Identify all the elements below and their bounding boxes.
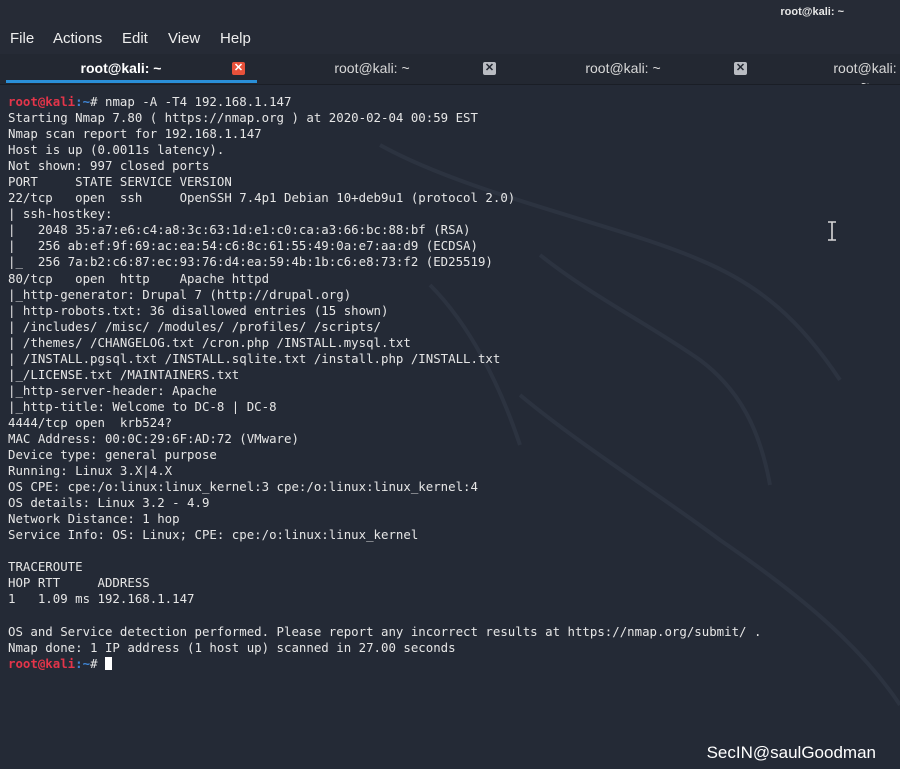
output-line: HOP RTT ADDRESS bbox=[8, 575, 150, 591]
terminal-area[interactable]: root@kali:~# nmap -A -T4 192.168.1.147 St… bbox=[0, 85, 900, 769]
menu-file[interactable]: File bbox=[10, 30, 34, 47]
window-title: root@kali: ~ bbox=[780, 6, 844, 18]
text-cursor-icon bbox=[828, 221, 836, 241]
prompt-line: root@kali:~# nmap -A -T4 192.168.1.147 bbox=[8, 94, 761, 110]
output-line: | /INSTALL.pgsql.txt /INSTALL.sqlite.txt… bbox=[8, 350, 501, 366]
prompt-user: root@kali bbox=[8, 655, 76, 671]
output-line: | 2048 35:a7:e6:c4:a8:3c:63:1d:e1:c0:ca:… bbox=[8, 222, 471, 238]
tab-3[interactable]: root@kali: ~ ✕ bbox=[508, 54, 759, 84]
tab-1[interactable]: root@kali: ~ ✕ bbox=[6, 54, 257, 84]
menu-view[interactable]: View bbox=[168, 30, 200, 47]
output-line: OS CPE: cpe:/o:linux:linux_kernel:3 cpe:… bbox=[8, 479, 478, 495]
output-line: OS and Service detection performed. Plea… bbox=[8, 623, 762, 639]
output-line: | http-robots.txt: 36 disallowed entries… bbox=[8, 302, 389, 318]
output-line: 80/tcp open http Apache httpd bbox=[8, 270, 270, 286]
tab-2[interactable]: root@kali: ~ ✕ bbox=[257, 54, 508, 84]
output-line: Network Distance: 1 hop bbox=[8, 511, 180, 527]
output-line: |_http-generator: Drupal 7 (http://drupa… bbox=[8, 286, 352, 302]
tab-4[interactable]: root@kali: ~ bbox=[759, 54, 900, 84]
command-text: nmap -A -T4 192.168.1.147 bbox=[104, 94, 292, 109]
block-cursor bbox=[104, 656, 112, 670]
close-icon[interactable]: ✕ bbox=[734, 62, 747, 75]
close-icon[interactable]: ✕ bbox=[483, 62, 496, 75]
output-line: MAC Address: 00:0C:29:6F:AD:72 (VMware) bbox=[8, 430, 299, 446]
active-tab-indicator bbox=[6, 80, 257, 83]
output-line: Running: Linux 3.X|4.X bbox=[8, 463, 173, 479]
output-line: | /includes/ /misc/ /modules/ /profiles/… bbox=[8, 318, 381, 334]
output-line: Device type: general purpose bbox=[8, 447, 217, 463]
output-line: Service Info: OS: Linux; CPE: cpe:/o:lin… bbox=[8, 527, 419, 543]
menu-edit[interactable]: Edit bbox=[122, 30, 148, 47]
prompt-symbol: # bbox=[90, 655, 105, 671]
prompt-line: root@kali:~# bbox=[8, 656, 761, 672]
title-bar: root@kali: ~ bbox=[0, 0, 900, 26]
output-line: | 256 ab:ef:9f:69:ac:ea:54:c6:8c:61:55:4… bbox=[8, 238, 478, 254]
prompt-symbol: # bbox=[90, 94, 105, 109]
watermark-text: SecIN@saulGoodman bbox=[706, 743, 876, 762]
terminal-output: root@kali:~# nmap -A -T4 192.168.1.147 St… bbox=[8, 94, 761, 672]
output-line: Nmap done: 1 IP address (1 host up) scan… bbox=[8, 639, 456, 655]
tab-label: root@kali: ~ bbox=[80, 60, 162, 76]
close-icon[interactable]: ✕ bbox=[232, 62, 245, 75]
output-line: |_http-server-header: Apache bbox=[8, 382, 217, 398]
prompt-path: :~ bbox=[75, 655, 91, 671]
output-line: TRACEROUTE bbox=[8, 559, 83, 575]
output-line: OS details: Linux 3.2 - 4.9 bbox=[8, 495, 210, 511]
menu-bar: File Actions Edit View Help bbox=[0, 26, 900, 54]
output-line: |_/LICENSE.txt /MAINTAINERS.txt bbox=[8, 366, 240, 382]
output-line: Nmap scan report for 192.168.1.147 bbox=[8, 126, 262, 142]
output-line: Host is up (0.0011s latency). bbox=[8, 142, 225, 158]
tab-bar: root@kali: ~ ✕ root@kali: ~ ✕ root@kali:… bbox=[0, 54, 900, 85]
menu-help[interactable]: Help bbox=[220, 30, 251, 47]
prompt-path: :~ bbox=[75, 94, 91, 109]
output-line: | ssh-hostkey: bbox=[8, 206, 113, 222]
output-line: PORT STATE SERVICE VERSION bbox=[8, 174, 232, 190]
output-line: |_http-title: Welcome to DC-8 | DC-8 bbox=[8, 398, 277, 414]
output-line: 1 1.09 ms 192.168.1.147 bbox=[8, 591, 195, 607]
tab-label: root@kali: ~ bbox=[833, 60, 897, 84]
tab-label: root@kali: ~ bbox=[585, 60, 661, 76]
output-line: 4444/tcp open krb524? bbox=[8, 414, 173, 430]
tab-label: root@kali: ~ bbox=[334, 60, 410, 76]
output-line: 22/tcp open ssh OpenSSH 7.4p1 Debian 10+… bbox=[8, 190, 516, 206]
output-line: Not shown: 997 closed ports bbox=[8, 158, 210, 174]
output-line: |_ 256 7a:b2:c6:87:ec:93:76:d4:ea:59:4b:… bbox=[8, 254, 493, 270]
output-line: Starting Nmap 7.80 ( https://nmap.org ) … bbox=[8, 110, 478, 126]
prompt-user: root@kali bbox=[8, 94, 76, 109]
output-line: | /themes/ /CHANGELOG.txt /cron.php /INS… bbox=[8, 334, 411, 350]
menu-actions[interactable]: Actions bbox=[53, 30, 102, 47]
